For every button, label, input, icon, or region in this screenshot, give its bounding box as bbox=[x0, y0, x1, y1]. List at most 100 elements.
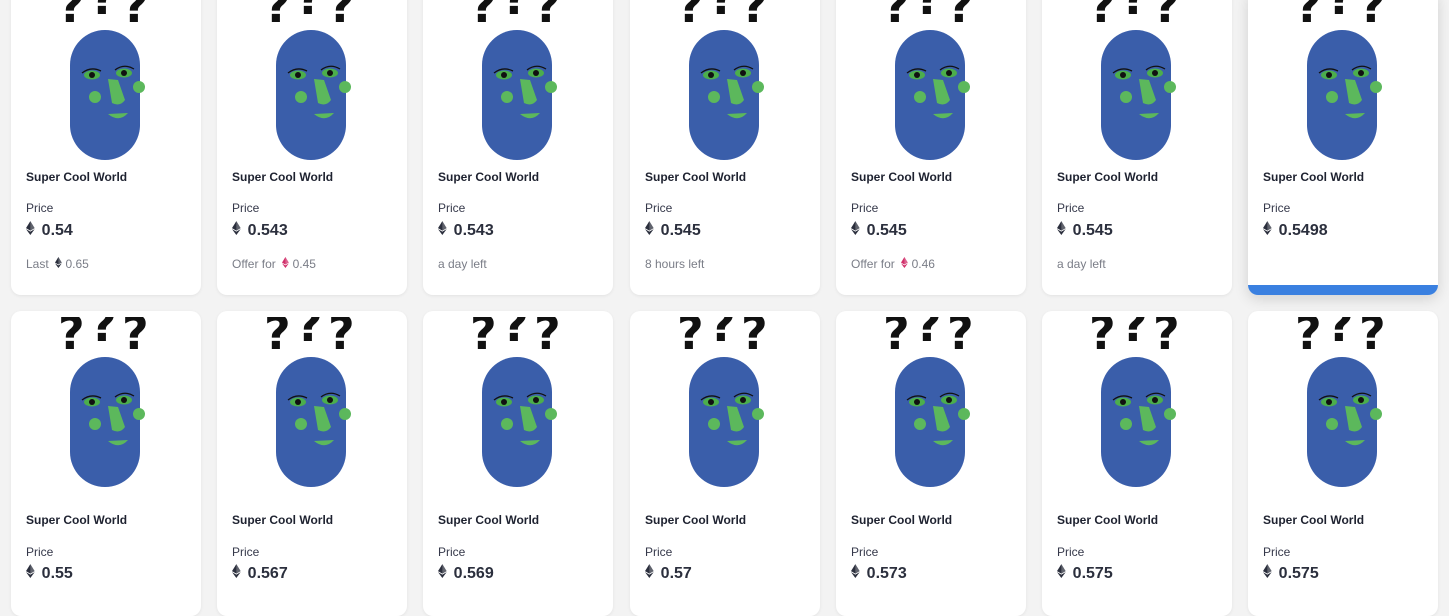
price-value: 0.57 bbox=[645, 564, 692, 583]
collection-name: Super Cool World bbox=[1057, 513, 1159, 527]
svg-text:?: ? bbox=[534, 317, 561, 360]
nft-artwork: ??? bbox=[883, 0, 974, 160]
price-label: Price bbox=[232, 545, 260, 559]
nft-artwork: ??? bbox=[58, 317, 149, 487]
price-value: 0.545 bbox=[1057, 221, 1113, 240]
price-amount: 0.545 bbox=[1072, 221, 1113, 239]
svg-text:?: ? bbox=[677, 317, 704, 360]
price-amount: 0.575 bbox=[1278, 564, 1319, 582]
price-label: Price bbox=[851, 545, 879, 559]
price-amount: 0.545 bbox=[866, 221, 907, 239]
collection-name: Super Cool World bbox=[438, 513, 540, 527]
nft-card[interactable]: ??? Super Cool World Price 0.545 8 hours lef… bbox=[630, 0, 820, 295]
nft-card[interactable]: ??? Super Cool World Price 0.545 Offer for 0.… bbox=[836, 0, 1026, 295]
collection-name: Super Cool World bbox=[232, 170, 334, 184]
eth-icon bbox=[232, 221, 241, 240]
collection-name: Super Cool World bbox=[1263, 170, 1365, 184]
price-value: 0.569 bbox=[438, 564, 494, 583]
svg-text:?: ? bbox=[947, 0, 974, 33]
nft-image: ??? bbox=[1042, 317, 1232, 487]
svg-text:?: ? bbox=[470, 317, 497, 360]
svg-text:?: ? bbox=[883, 0, 910, 33]
card-footer: Offer for 0.45 bbox=[232, 257, 316, 271]
svg-text:?: ? bbox=[502, 0, 529, 25]
svg-text:?: ? bbox=[296, 317, 323, 352]
nft-card[interactable]: ??? Super Cool World Price 0.57 bbox=[630, 311, 820, 616]
svg-text:?: ? bbox=[264, 0, 291, 33]
price-amount: 0.573 bbox=[866, 564, 907, 582]
svg-text:?: ? bbox=[1153, 0, 1180, 33]
eth-icon bbox=[645, 564, 654, 583]
price-amount: 0.54 bbox=[41, 221, 73, 239]
svg-text:?: ? bbox=[1089, 317, 1116, 360]
price-label: Price bbox=[438, 545, 466, 559]
svg-text:?: ? bbox=[947, 317, 974, 360]
price-value: 0.5498 bbox=[1263, 221, 1328, 240]
nft-card[interactable]: ??? Super Cool World Price 0.55 bbox=[11, 311, 201, 616]
price-amount: 0.57 bbox=[660, 564, 692, 582]
eth-icon bbox=[54, 257, 62, 271]
eth-icon bbox=[645, 221, 654, 240]
nft-card[interactable]: ??? Super Cool World Price 0.5498 bbox=[1248, 0, 1438, 295]
nft-artwork: ??? bbox=[264, 317, 355, 487]
nft-image: ??? bbox=[423, 0, 613, 160]
price-value: 0.543 bbox=[438, 221, 494, 240]
svg-text:?: ? bbox=[328, 0, 355, 33]
svg-text:?: ? bbox=[709, 0, 736, 25]
nft-grid: ??? Super Cool World Price 0.54 Last 0.65??? S… bbox=[0, 0, 1449, 616]
nft-image: ??? bbox=[1042, 0, 1232, 160]
eth-icon bbox=[1263, 221, 1272, 240]
nft-artwork: ??? bbox=[58, 0, 149, 160]
footer-text: 8 hours left bbox=[645, 257, 705, 271]
price-label: Price bbox=[645, 545, 673, 559]
svg-text:?: ? bbox=[1359, 317, 1386, 360]
collection-name: Super Cool World bbox=[438, 170, 540, 184]
price-value: 0.567 bbox=[232, 564, 288, 583]
card-footer: Last 0.65 bbox=[26, 257, 89, 271]
eth-icon bbox=[438, 221, 447, 240]
price-label: Price bbox=[1057, 545, 1085, 559]
nft-card[interactable]: ??? Super Cool World Price 0.569 bbox=[423, 311, 613, 616]
nft-image: ??? bbox=[11, 0, 201, 160]
svg-text:?: ? bbox=[58, 317, 85, 360]
svg-text:?: ? bbox=[1153, 317, 1180, 360]
svg-text:?: ? bbox=[90, 317, 117, 352]
svg-text:?: ? bbox=[1327, 317, 1354, 352]
nft-image: ??? bbox=[217, 317, 407, 487]
svg-text:?: ? bbox=[709, 317, 736, 352]
collection-name: Super Cool World bbox=[645, 513, 747, 527]
eth-icon bbox=[438, 564, 447, 583]
nft-card[interactable]: ??? Super Cool World Price 0.575 bbox=[1248, 311, 1438, 616]
footer-value: 0.65 bbox=[65, 257, 89, 271]
nft-artwork: ??? bbox=[883, 317, 974, 487]
nft-artwork: ??? bbox=[1295, 0, 1386, 160]
card-footer: a day left bbox=[1057, 257, 1106, 271]
nft-artwork: ??? bbox=[470, 317, 561, 487]
nft-card[interactable]: ??? Super Cool World Price 0.575 bbox=[1042, 311, 1232, 616]
footer-text: Offer for bbox=[851, 257, 895, 271]
nft-artwork: ??? bbox=[264, 0, 355, 160]
nft-card[interactable]: ??? Super Cool World Price 0.567 bbox=[217, 311, 407, 616]
price-label: Price bbox=[26, 545, 54, 559]
nft-artwork: ??? bbox=[677, 0, 768, 160]
nft-artwork: ??? bbox=[470, 0, 561, 160]
nft-card[interactable]: ??? Super Cool World Price 0.543 Offer for 0.… bbox=[217, 0, 407, 295]
footer-text: Last bbox=[26, 257, 49, 271]
svg-text:?: ? bbox=[1121, 317, 1148, 352]
nft-card[interactable]: ??? Super Cool World Price 0.54 Last 0.65 bbox=[11, 0, 201, 295]
eth-icon bbox=[900, 257, 908, 271]
svg-text:?: ? bbox=[1359, 0, 1386, 33]
price-amount: 0.575 bbox=[1072, 564, 1113, 582]
nft-card[interactable]: ??? Super Cool World Price 0.573 bbox=[836, 311, 1026, 616]
nft-image: ??? bbox=[630, 317, 820, 487]
price-amount: 0.567 bbox=[247, 564, 288, 582]
eth-icon bbox=[26, 564, 35, 583]
svg-text:?: ? bbox=[915, 317, 942, 352]
svg-text:?: ? bbox=[1295, 317, 1322, 360]
nft-card[interactable]: ??? Super Cool World Price 0.543 a day left bbox=[423, 0, 613, 295]
svg-text:?: ? bbox=[741, 0, 768, 33]
buy-now-bar[interactable] bbox=[1248, 285, 1438, 295]
nft-card[interactable]: ??? Super Cool World Price 0.545 a day left bbox=[1042, 0, 1232, 295]
collection-name: Super Cool World bbox=[851, 513, 953, 527]
price-amount: 0.545 bbox=[660, 221, 701, 239]
